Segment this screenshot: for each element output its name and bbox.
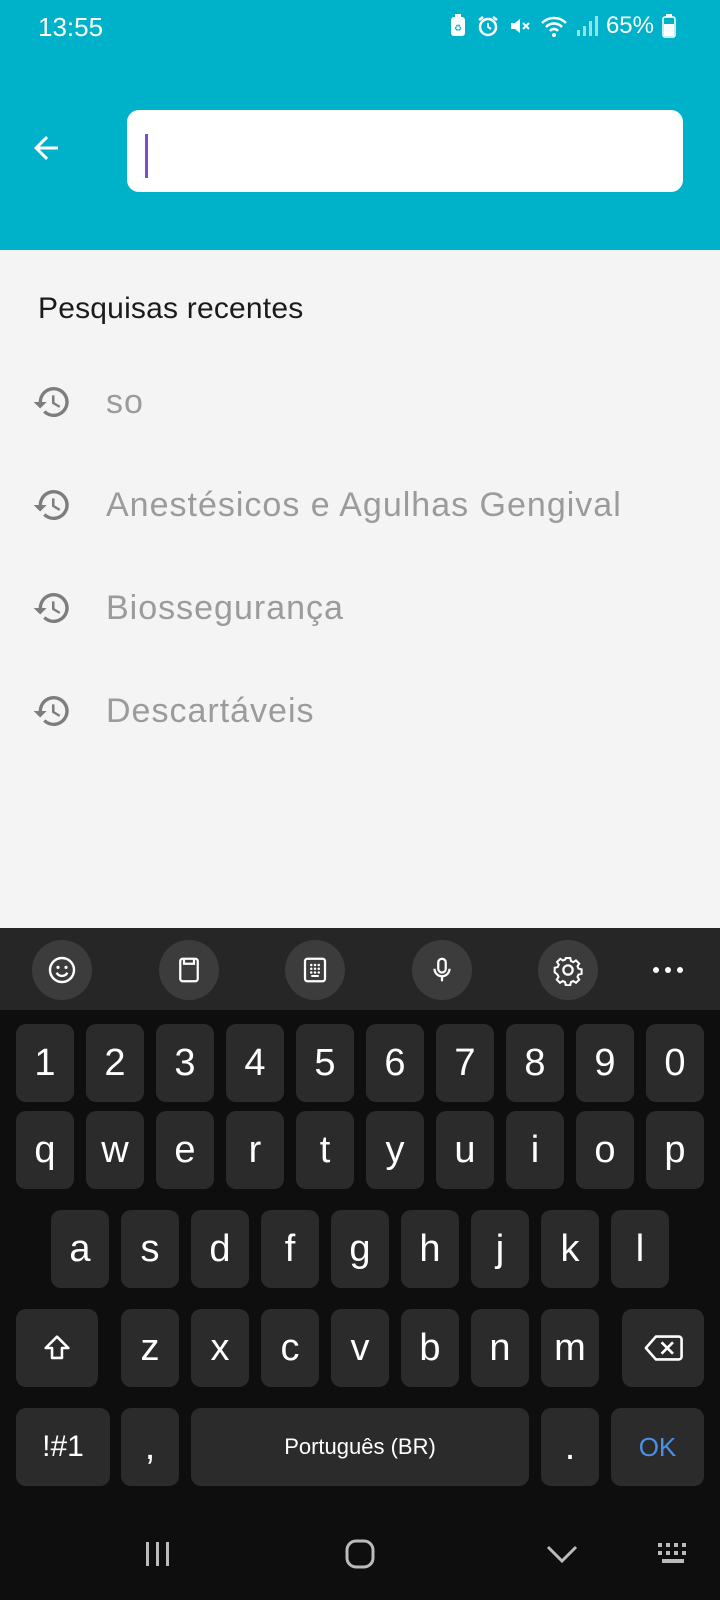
key-l[interactable]: l (611, 1210, 669, 1288)
recents-icon (146, 1542, 169, 1566)
period-key[interactable]: . (541, 1408, 599, 1486)
text-cursor (145, 134, 148, 178)
hide-keyboard-button[interactable] (540, 1532, 584, 1576)
keyboard: 1 2 3 4 5 6 7 8 9 0 q w e r t y u i o p … (0, 1010, 720, 1508)
key-r[interactable]: r (226, 1111, 284, 1189)
key-p[interactable]: p (646, 1111, 704, 1189)
shift-icon (44, 1335, 70, 1360)
key-c[interactable]: c (261, 1309, 319, 1387)
key-e[interactable]: e (156, 1111, 214, 1189)
key-t[interactable]: t (296, 1111, 354, 1189)
search-input[interactable] (127, 110, 683, 192)
recent-item[interactable]: Biossegurança (0, 556, 720, 660)
key-j[interactable]: j (471, 1210, 529, 1288)
emoji-button[interactable] (32, 940, 92, 1000)
signal-icon (576, 14, 598, 38)
key-m[interactable]: m (541, 1309, 599, 1387)
key-0[interactable]: 0 (646, 1024, 704, 1102)
recents-button[interactable] (138, 1532, 178, 1576)
battery-percent: 65% (605, 12, 654, 39)
key-2[interactable]: 2 (86, 1024, 144, 1102)
key-7[interactable]: 7 (436, 1024, 494, 1102)
shift-key[interactable] (16, 1309, 98, 1387)
key-3[interactable]: 3 (156, 1024, 214, 1102)
symbols-key[interactable]: !#1 (16, 1408, 110, 1486)
key-w[interactable]: w (86, 1111, 144, 1189)
back-button[interactable] (26, 128, 66, 168)
key-8[interactable]: 8 (506, 1024, 564, 1102)
keypad-icon (303, 957, 327, 983)
recent-item-label: so (106, 382, 144, 421)
key-g[interactable]: g (331, 1210, 389, 1288)
history-icon (33, 695, 69, 726)
status-icons: ♻ 65% (448, 12, 676, 40)
recent-item[interactable]: Descartáveis (0, 659, 720, 763)
keyboard-settings-button[interactable] (538, 940, 598, 1000)
key-f[interactable]: f (261, 1210, 319, 1288)
key-6[interactable]: 6 (366, 1024, 424, 1102)
voice-input-button[interactable] (412, 940, 472, 1000)
clipboard-button[interactable] (159, 940, 219, 1000)
arrow-left-icon (34, 136, 58, 160)
key-n[interactable]: n (471, 1309, 529, 1387)
recent-item-label: Anestésicos e Agulhas Gengival (106, 485, 622, 524)
history-icon (33, 592, 69, 623)
key-9[interactable]: 9 (576, 1024, 634, 1102)
navigation-bar (0, 1508, 720, 1600)
key-v[interactable]: v (331, 1309, 389, 1387)
section-title: Pesquisas recentes (38, 292, 304, 325)
backspace-icon (644, 1335, 683, 1361)
alarm-icon (476, 14, 500, 38)
emoji-icon (48, 956, 76, 984)
svg-text:♻: ♻ (454, 23, 462, 33)
recent-item-label: Descartáveis (106, 691, 315, 730)
keypad-button[interactable] (285, 940, 345, 1000)
battery-icon (662, 14, 676, 38)
key-1[interactable]: 1 (16, 1024, 74, 1102)
status-bar: 13:55 ♻ 65% (0, 0, 720, 52)
home-icon (345, 1539, 375, 1569)
key-o[interactable]: o (576, 1111, 634, 1189)
key-b[interactable]: b (401, 1309, 459, 1387)
keyboard-switch-icon (658, 1543, 686, 1563)
key-d[interactable]: d (191, 1210, 249, 1288)
battery-saver-icon: ♻ (448, 14, 468, 38)
key-k[interactable]: k (541, 1210, 599, 1288)
keyboard-toolbar (0, 928, 720, 1010)
key-y[interactable]: y (366, 1111, 424, 1189)
ok-key[interactable]: OK (611, 1408, 704, 1486)
key-u[interactable]: u (436, 1111, 494, 1189)
key-q[interactable]: q (16, 1111, 74, 1189)
app-bar (0, 52, 720, 250)
settings-icon (553, 957, 583, 986)
space-key[interactable]: Português (BR) (191, 1408, 529, 1486)
key-s[interactable]: s (121, 1210, 179, 1288)
key-i[interactable]: i (506, 1111, 564, 1189)
key-5[interactable]: 5 (296, 1024, 354, 1102)
wifi-icon (540, 14, 568, 38)
comma-key[interactable]: , (121, 1408, 179, 1486)
hide-keyboard-icon (546, 1545, 578, 1564)
recent-searches: Pesquisas recentes so Anestésicos e Agul… (0, 250, 720, 928)
key-a[interactable]: a (51, 1210, 109, 1288)
recent-item[interactable]: Anestésicos e Agulhas Gengival (0, 453, 720, 557)
history-icon (33, 386, 69, 417)
home-button[interactable] (340, 1532, 380, 1576)
clipboard-icon (179, 957, 199, 983)
history-icon (33, 489, 69, 520)
more-icon (653, 967, 683, 973)
key-h[interactable]: h (401, 1210, 459, 1288)
key-4[interactable]: 4 (226, 1024, 284, 1102)
mute-icon (508, 14, 532, 38)
key-x[interactable]: x (191, 1309, 249, 1387)
status-time: 13:55 (38, 12, 104, 42)
key-z[interactable]: z (121, 1309, 179, 1387)
recent-item-label: Biossegurança (106, 588, 344, 627)
backspace-key[interactable] (622, 1309, 704, 1387)
recent-item[interactable]: so (0, 350, 720, 454)
mic-icon (433, 957, 451, 982)
keyboard-switch-button[interactable] (652, 1532, 696, 1576)
more-button[interactable] (646, 952, 690, 988)
